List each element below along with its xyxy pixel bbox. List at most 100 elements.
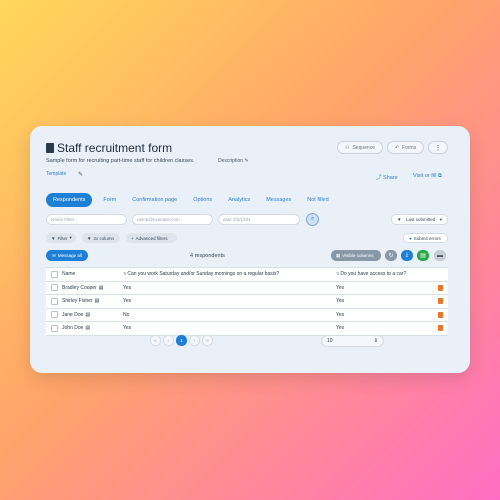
tab-options[interactable]: Options: [188, 193, 217, 207]
answer-q1: No: [123, 311, 130, 318]
visit-link[interactable]: Visit or fill ⧉: [413, 173, 442, 180]
print-button[interactable]: ▬: [434, 250, 446, 261]
answer-q2: Yes: [336, 298, 345, 305]
message-all-button[interactable]: ✉ Message all: [46, 250, 88, 261]
forms-label: Forms: [402, 144, 417, 151]
refresh-button[interactable]: ↻: [385, 250, 397, 261]
download-button[interactable]: ⤓: [401, 250, 413, 261]
respondent-name[interactable]: Bradley Cooper: [62, 285, 97, 291]
edit-template-icon[interactable]: ✎: [78, 171, 83, 178]
sort-label: Last submitted: [405, 217, 436, 222]
tab-respondents[interactable]: Respondents: [46, 193, 93, 207]
row-checkbox[interactable]: [50, 324, 58, 332]
back-arrow-icon: ↶: [394, 144, 400, 151]
sort-icon: ▼: [397, 217, 402, 222]
table-row[interactable]: Bradley Cooper ▤ Yes Yes: [46, 281, 448, 295]
download-icon: ⤓: [405, 252, 409, 258]
chevron-updown-icon: ⇕: [373, 338, 378, 344]
answer-q2: Yes: [336, 311, 345, 318]
select-all-checkbox[interactable]: [50, 270, 58, 278]
prev-page-button[interactable]: ‹: [163, 335, 174, 346]
delete-icon[interactable]: [438, 325, 443, 332]
answer-q2: Yes: [336, 325, 345, 332]
sequence-icon: ⚇: [344, 144, 350, 151]
respondent-name[interactable]: Jane Doe: [62, 312, 83, 318]
respondent-name[interactable]: John Doe: [62, 325, 83, 331]
form-card: Staff recruitment form Sample form for r…: [30, 126, 470, 373]
column-filter-chip[interactable]: ▼ 2x column: [82, 233, 120, 243]
table-row[interactable]: Shirley Fisher ▤ Yes Yes: [46, 295, 448, 309]
page-title-wrap: Staff recruitment form: [46, 141, 172, 155]
column-header-label: Do you have access to a car?: [340, 271, 407, 278]
answer-q1: Yes: [123, 284, 132, 291]
last-page-button[interactable]: »: [202, 335, 213, 346]
document-icon[interactable]: ▤: [95, 298, 100, 304]
column-header-label: Name: [62, 271, 76, 278]
pagination: « ‹ 1 › »: [150, 335, 213, 346]
advanced-filters-chip[interactable]: + Advanced filters: [126, 233, 177, 243]
share-link[interactable]: ⤴ Share: [376, 173, 398, 181]
document-icon[interactable]: ▤: [99, 285, 104, 291]
tab-confirmation-page[interactable]: Confirmation page: [127, 193, 182, 207]
delete-icon[interactable]: [438, 298, 443, 305]
advanced-filters-label: Advanced filters: [135, 235, 168, 241]
table-row[interactable]: John Doe ▤ Yes Yes: [46, 322, 448, 336]
sort-icon: ⇅: [123, 271, 127, 277]
row-checkbox[interactable]: [50, 297, 58, 305]
delete-icon[interactable]: [438, 311, 443, 318]
spreadsheet-button[interactable]: ▤: [417, 250, 429, 261]
visible-columns-label: Visible columns: [342, 253, 374, 258]
search-icon: ⌕: [310, 216, 315, 222]
first-page-button[interactable]: «: [150, 335, 161, 346]
print-icon: ▬: [437, 252, 443, 259]
tab-not-filled[interactable]: Not filled: [302, 193, 333, 207]
document-icon[interactable]: ▤: [85, 325, 90, 331]
visit-label: Visit or fill: [413, 173, 437, 179]
name-filter-input[interactable]: Name Filter: [46, 214, 127, 225]
share-icon: ⤴: [376, 175, 382, 181]
submit-errors-label: Submit errors: [413, 235, 441, 241]
edit-icon: ✎: [244, 158, 249, 164]
table-row[interactable]: Jane Doe ▤ No Yes: [46, 308, 448, 322]
per-page-select[interactable]: 10 ⇕: [321, 335, 384, 347]
filter-chip[interactable]: ▼ Filter ▾: [46, 233, 76, 243]
template-link[interactable]: Template: [46, 171, 66, 177]
search-button[interactable]: ⌕: [306, 213, 319, 226]
tab-messages[interactable]: Messages: [261, 193, 296, 207]
email-filter-input[interactable]: name@example.com: [132, 214, 213, 225]
filter-icon: ▼: [87, 235, 92, 241]
chevron-down-icon: ▾: [69, 235, 72, 240]
sort-icon: ⇅: [336, 271, 340, 277]
sort-select[interactable]: ▼ Last submitted ▾: [391, 214, 448, 225]
description-link[interactable]: Description ✎: [218, 158, 249, 164]
plus-icon: +: [131, 235, 134, 241]
share-label: Share: [383, 175, 398, 181]
delete-icon[interactable]: [438, 284, 443, 291]
respondent-name[interactable]: Shirley Fisher: [62, 298, 93, 304]
column-header-q1[interactable]: ⇅Can you work Saturday and/or Sunday mor…: [123, 271, 336, 277]
tab-form[interactable]: Form: [98, 193, 121, 207]
column-header-q2[interactable]: ⇅Do you have access to a car?: [336, 271, 433, 277]
description-label: Description: [218, 158, 244, 164]
more-button[interactable]: ⋮: [428, 141, 448, 154]
answer-q1: Yes: [123, 298, 132, 305]
column-header-label: Can you work Saturday and/or Sunday morn…: [127, 271, 280, 278]
row-checkbox[interactable]: [50, 284, 58, 292]
visible-columns-button[interactable]: ▦ Visible columns: [331, 250, 381, 261]
filter-icon: ▼: [51, 235, 56, 241]
submit-errors-chip[interactable]: ● Submit errors: [403, 233, 448, 243]
document-icon[interactable]: ▤: [85, 312, 90, 318]
row-checkbox[interactable]: [50, 311, 58, 319]
respondents-count: 4 respondents: [190, 253, 225, 259]
answer-q1: Yes: [123, 325, 132, 332]
sequence-button[interactable]: ⚇ Sequence: [337, 141, 383, 154]
date-filter-input[interactable]: date 1/2/1234: [218, 214, 300, 225]
forms-button[interactable]: ↶ Forms: [387, 141, 424, 154]
page-button-current[interactable]: 1: [176, 335, 187, 346]
chevron-down-icon: ▾: [439, 216, 442, 222]
columns-icon: ▦: [336, 252, 341, 258]
column-header-name[interactable]: Name: [62, 271, 123, 277]
next-page-button[interactable]: ›: [189, 335, 200, 346]
tab-analytics[interactable]: Analytics: [223, 193, 255, 207]
refresh-icon: ↻: [388, 253, 394, 259]
